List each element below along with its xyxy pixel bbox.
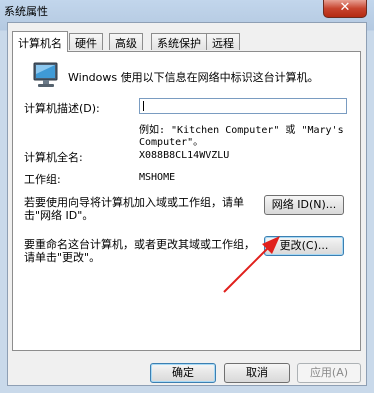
network-id-text-line2: 击"网络 ID"。 [24, 209, 94, 222]
workgroup-label: 工作组: [24, 173, 61, 186]
tab-hardware[interactable]: 硬件 [69, 33, 103, 50]
close-button[interactable]: ✕ [323, 0, 367, 18]
full-name-value: X088B8CL14WVZLU [139, 150, 230, 161]
intro-text: Windows 使用以下信息在网络中标识这台计算机。 [68, 71, 319, 84]
cancel-button[interactable]: 取消 [224, 363, 290, 383]
close-icon: ✕ [339, 0, 351, 15]
text-caret [143, 101, 144, 111]
computer-description-input[interactable] [139, 98, 347, 114]
example-text-line2: Computer"。 [139, 137, 204, 148]
computer-name-panel: Windows 使用以下信息在网络中标识这台计算机。 计算机描述(D): 例如:… [12, 51, 361, 351]
apply-button[interactable]: 应用(A) [297, 363, 361, 383]
tab-computer-name[interactable]: 计算机名 [12, 31, 68, 52]
dialog-client-area: 计算机名 硬件 高级 系统保护 远程 Windows 使用以下信息在网络中标识这… [7, 22, 367, 386]
ok-button[interactable]: 确定 [150, 363, 216, 383]
computer-monitor-icon [33, 62, 58, 87]
red-arrow-annotation [223, 236, 280, 293]
tab-advanced[interactable]: 高级 [109, 33, 143, 50]
system-properties-window: 系统属性 ✕ 计算机名 硬件 高级 系统保护 远程 Windows 使用以下信息… [0, 0, 374, 393]
tab-remote[interactable]: 远程 [206, 33, 240, 50]
workgroup-value: MSHOME [139, 172, 176, 183]
full-name-label: 计算机全名: [24, 151, 83, 164]
window-title: 系统属性 [4, 5, 48, 18]
title-bar[interactable]: 系统属性 ✕ [0, 0, 374, 22]
description-label: 计算机描述(D): [24, 102, 100, 115]
change-text-line2: 请单击"更改"。 [24, 251, 101, 264]
tab-system-protection[interactable]: 系统保护 [151, 33, 207, 50]
